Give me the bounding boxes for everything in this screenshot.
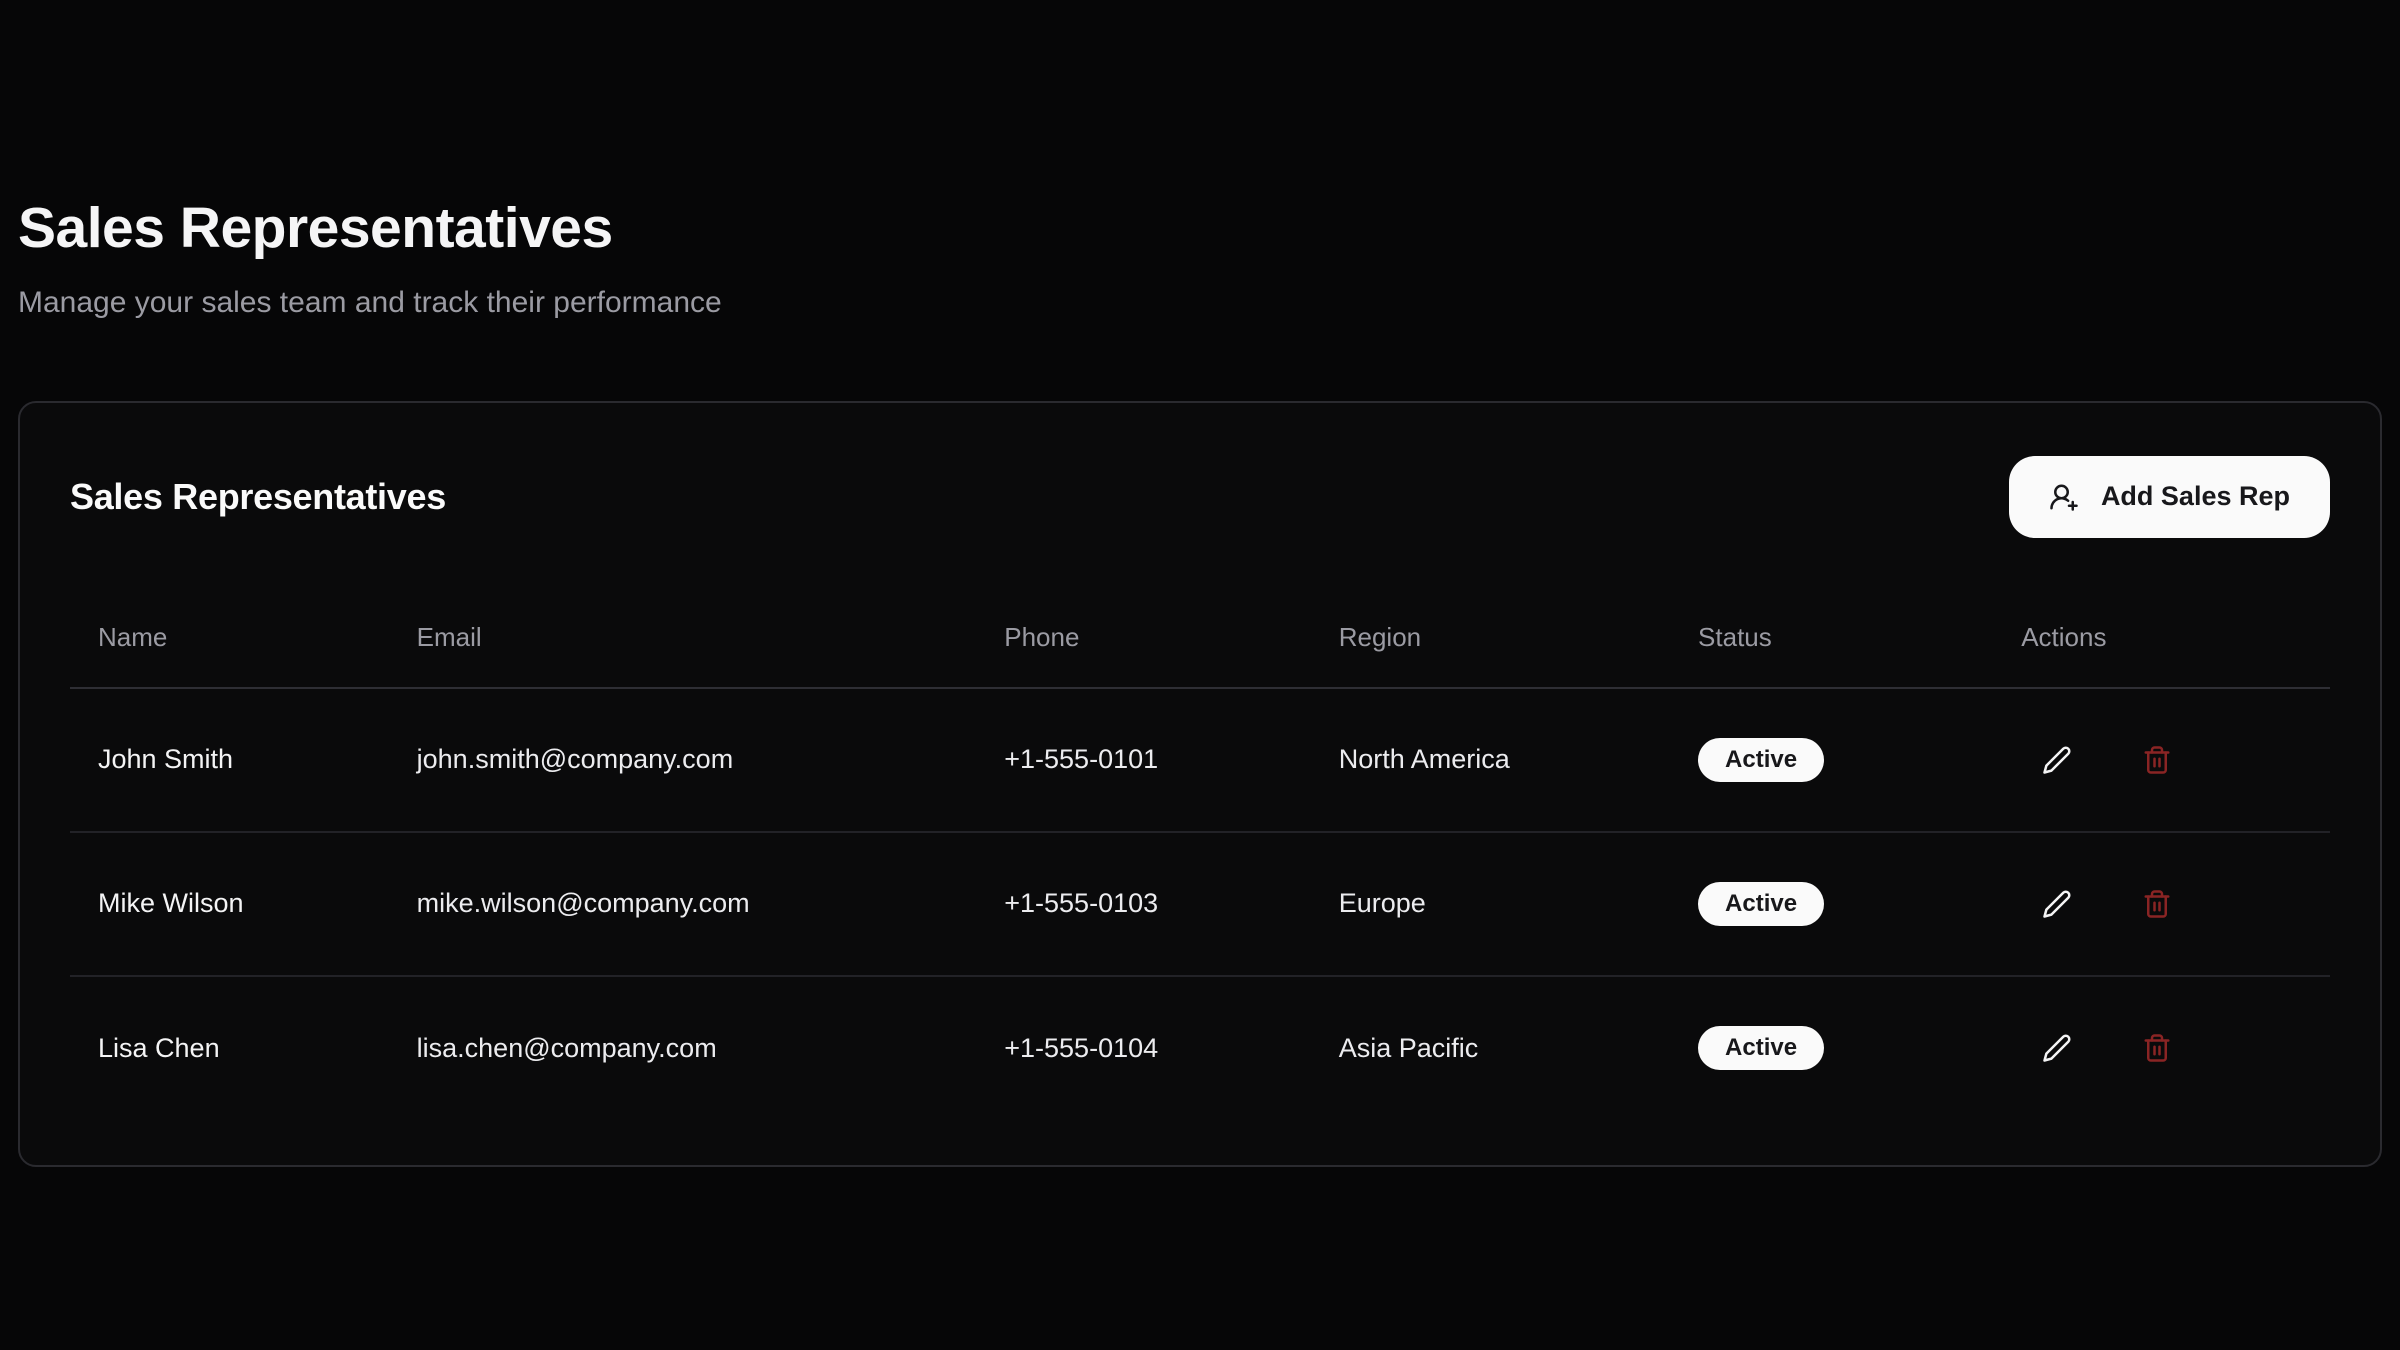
add-sales-rep-label: Add Sales Rep [2101, 481, 2290, 512]
cell-name: Lisa Chen [70, 976, 389, 1120]
column-header-name: Name [70, 588, 389, 688]
status-badge: Active [1698, 738, 1824, 782]
page: Sales Representatives Manage your sales … [0, 0, 2400, 1350]
cell-status: Active [1670, 688, 1993, 832]
sales-reps-card: Sales Representatives Add Sales Rep [18, 401, 2382, 1167]
cell-actions [1993, 832, 2330, 976]
cell-status: Active [1670, 832, 1993, 976]
table-row: John Smith john.smith@company.com +1-555… [70, 688, 2330, 832]
status-badge: Active [1698, 1026, 1824, 1070]
edit-pencil-icon [2042, 889, 2072, 919]
column-header-email: Email [389, 588, 977, 688]
row-actions [2021, 882, 2330, 926]
cell-phone: +1-555-0103 [976, 832, 1310, 976]
sales-reps-table: Name Email Phone Region Status Actions J… [70, 588, 2330, 1120]
cell-email: lisa.chen@company.com [389, 976, 977, 1120]
edit-pencil-icon [2042, 745, 2072, 775]
row-actions [2021, 738, 2330, 782]
row-actions [2021, 1026, 2330, 1070]
cell-actions [1993, 688, 2330, 832]
trash-icon [2142, 745, 2172, 775]
column-header-region: Region [1311, 588, 1670, 688]
status-badge: Active [1698, 882, 1824, 926]
edit-button[interactable] [2035, 738, 2079, 782]
trash-icon [2142, 1033, 2172, 1063]
delete-button[interactable] [2135, 738, 2179, 782]
delete-button[interactable] [2135, 1026, 2179, 1070]
cell-actions [1993, 976, 2330, 1120]
cell-region: Asia Pacific [1311, 976, 1670, 1120]
card-header: Sales Representatives Add Sales Rep [70, 456, 2330, 538]
card-title: Sales Representatives [70, 476, 446, 518]
table-body: John Smith john.smith@company.com +1-555… [70, 688, 2330, 1120]
table-row: Lisa Chen lisa.chen@company.com +1-555-0… [70, 976, 2330, 1120]
cell-phone: +1-555-0101 [976, 688, 1310, 832]
column-header-status: Status [1670, 588, 1993, 688]
column-header-phone: Phone [976, 588, 1310, 688]
table-header-row: Name Email Phone Region Status Actions [70, 588, 2330, 688]
cell-status: Active [1670, 976, 1993, 1120]
edit-pencil-icon [2042, 1033, 2072, 1063]
cell-name: Mike Wilson [70, 832, 389, 976]
delete-button[interactable] [2135, 882, 2179, 926]
cell-email: john.smith@company.com [389, 688, 977, 832]
table-row: Mike Wilson mike.wilson@company.com +1-5… [70, 832, 2330, 976]
add-sales-rep-button[interactable]: Add Sales Rep [2009, 456, 2330, 538]
edit-button[interactable] [2035, 882, 2079, 926]
cell-email: mike.wilson@company.com [389, 832, 977, 976]
page-title: Sales Representatives [18, 196, 2382, 262]
edit-button[interactable] [2035, 1026, 2079, 1070]
cell-region: Europe [1311, 832, 1670, 976]
page-header: Sales Representatives Manage your sales … [18, 0, 2382, 321]
table-header: Name Email Phone Region Status Actions [70, 588, 2330, 688]
cell-region: North America [1311, 688, 1670, 832]
user-plus-icon [2049, 482, 2079, 512]
page-subtitle: Manage your sales team and track their p… [18, 285, 2382, 321]
cell-phone: +1-555-0104 [976, 976, 1310, 1120]
column-header-actions: Actions [1993, 588, 2330, 688]
cell-name: John Smith [70, 688, 389, 832]
trash-icon [2142, 889, 2172, 919]
